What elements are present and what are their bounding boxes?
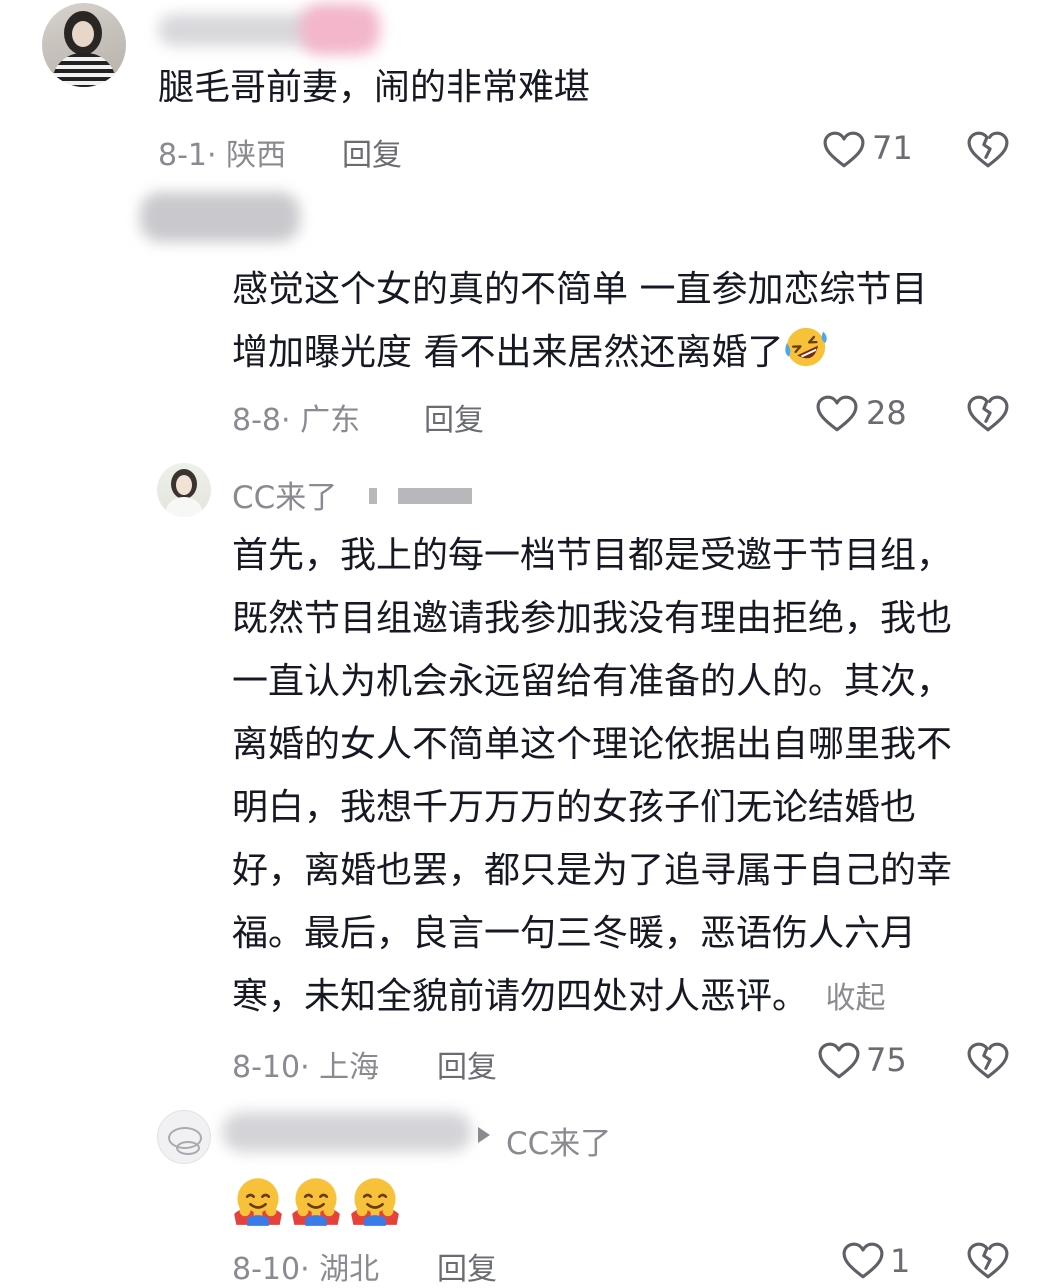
comment-text-line: 明白，我想千万万万的女孩子们无论结婚也 [232,787,917,828]
comment-text-line: 增加曝光度 看不出来居然还离婚了 [232,321,927,384]
broken-heart-icon[interactable] [967,131,1009,169]
comment-meta: 8-10· 上海 [232,1050,380,1085]
comment-meta: 8-8· 广东 [232,403,361,438]
blurred-username [222,1112,472,1152]
comment-text-line: 离婚的女人不简单这个理论依据出自哪里我不 [232,724,953,765]
reply-button[interactable]: 回复 [424,395,484,439]
comment-text: 首先，我上的每一档节目都是受邀于节目组， 既然节目组邀请我参加我没有理由拒绝，我… [232,524,952,1030]
blurred-avatar [140,192,300,242]
comment-region: 广东 [300,403,361,438]
comment-text-line: 既然节目组邀请我参加我没有理由拒绝，我也 [232,598,953,639]
heart-outline-icon[interactable] [818,1042,860,1080]
comment-meta: 8-10· 湖北 [232,1252,380,1287]
comment-text-line: 腿毛哥前妻，闹的非常难堪 [158,67,591,108]
author-name[interactable]: CC来了 [232,472,337,517]
hugging-face-emoji [232,1175,284,1227]
comment-text-line: 首先，我上的每一档节目都是受邀于节目组， [232,535,953,576]
hugging-face-emoji [290,1175,342,1227]
comment-date: 8-10 [232,1050,301,1085]
comment-text-line: 福。最后，良言一句三冬暖，恶语伤人六月 [232,913,917,954]
avatar[interactable] [42,3,126,87]
heart-outline-icon[interactable] [816,395,858,433]
redacted-block [369,488,377,504]
triangle-right-icon [478,1127,490,1143]
reply-button[interactable]: 回复 [342,130,402,174]
comment-region: 陕西 [226,138,287,173]
comment-region: 上海 [319,1050,380,1085]
avatar[interactable] [157,463,211,517]
comment-date: 8-1 [158,138,207,173]
comment-meta: 8-1· 陕西 [158,138,287,173]
comment-text-line: 一直认为机会永远留给有准备的人的。其次， [232,661,953,702]
comment-text-line: 寒，未知全貌前请勿四处对人恶评。 收起 [232,976,886,1017]
avatar[interactable] [157,1110,211,1164]
comment-text-line: 感觉这个女的真的不简单 一直参加恋综节目 [232,269,928,310]
reply-to-name[interactable]: CC来了 [506,1118,611,1163]
like-count: 28 [866,394,907,432]
heart-outline-icon[interactable] [842,1242,884,1280]
blurred-username [300,4,380,54]
broken-heart-icon[interactable] [967,1242,1009,1280]
comment-text: 感觉这个女的真的不简单 一直参加恋综节目 增加曝光度 看不出来居然还离婚了 [232,258,927,384]
broken-heart-icon[interactable] [967,1042,1009,1080]
comment-date: 8-10 [232,1252,301,1287]
hugging-face-emoji [349,1175,401,1227]
reply-button[interactable]: 回复 [437,1042,497,1086]
comment-date: 8-8 [232,403,281,438]
rolling-laughing-emoji [783,324,829,370]
comment-region: 湖北 [319,1252,380,1287]
like-count: 1 [890,1242,911,1280]
reply-button[interactable]: 回复 [437,1244,497,1288]
broken-heart-icon[interactable] [967,395,1009,433]
collapse-button[interactable]: 收起 [825,981,885,1016]
like-count: 71 [872,129,913,167]
like-count: 75 [866,1041,907,1079]
comment-text: 腿毛哥前妻，闹的非常难堪 [158,56,590,119]
redacted-block [398,488,472,504]
heart-outline-icon[interactable] [823,131,865,169]
comment-text-line: 好，离婚也罢，都只是为了追寻属于自己的幸 [232,850,953,891]
